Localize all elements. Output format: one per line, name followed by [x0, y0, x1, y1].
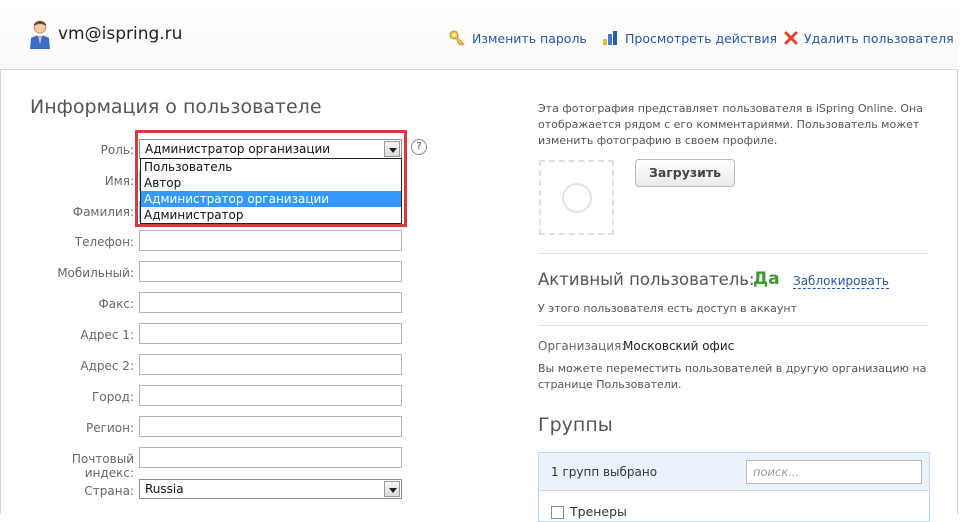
phone-label: Телефон:: [74, 235, 134, 249]
bar-chart-icon: [603, 31, 617, 45]
region-input[interactable]: [139, 416, 402, 437]
help-icon[interactable]: ?: [411, 139, 427, 155]
block-user-link[interactable]: Заблокировать: [793, 275, 889, 289]
view-actions-link[interactable]: Просмотреть действия: [602, 30, 777, 46]
delete-user-link[interactable]: Удалить пользователя: [783, 30, 954, 46]
user-avatar-icon: [30, 20, 50, 49]
last-name-label: Фамилия:: [72, 205, 134, 219]
region-label: Регион:: [86, 421, 134, 435]
upload-button[interactable]: Загрузить: [635, 159, 735, 187]
user-email-title: vm@ispring.ru: [58, 24, 183, 44]
user-info-title: Информация о пользователе: [30, 96, 322, 118]
groups-title: Группы: [538, 414, 613, 436]
change-password-link[interactable]: Изменить пароль: [449, 30, 587, 46]
key-icon: [449, 30, 465, 46]
groups-panel-header: 1 групп выбрано поиск...: [539, 453, 929, 491]
role-label: Роль:: [100, 143, 134, 157]
country-select[interactable]: Russia: [139, 479, 402, 499]
country-label: Страна:: [84, 484, 134, 498]
group-item-label: Тренеры: [570, 504, 627, 519]
country-select-value: Russia: [145, 482, 184, 496]
view-actions-label: Просмотреть действия: [625, 30, 778, 46]
avatar-placeholder-icon: [562, 183, 592, 213]
group-checkbox[interactable]: [551, 506, 564, 519]
change-password-label: Изменить пароль: [472, 30, 587, 46]
organization-label: Организация:: [538, 339, 626, 353]
city-input[interactable]: [139, 385, 402, 406]
divider: [538, 253, 928, 254]
postal-code-input[interactable]: [139, 447, 402, 468]
active-user-value: Да: [753, 269, 780, 289]
active-user-label: Активный пользователь:: [538, 270, 755, 289]
postal-code-label: Почтовый индекс:: [71, 452, 134, 480]
access-note: У этого пользователя есть доступ в аккау…: [538, 302, 797, 315]
city-label: Город:: [92, 390, 134, 404]
chevron-down-icon[interactable]: [384, 481, 400, 497]
organization-value: Московский офис: [623, 339, 735, 353]
first-name-label: Имя:: [104, 174, 134, 188]
mobile-label: Мобильный:: [57, 266, 134, 280]
groups-search-input[interactable]: поиск...: [746, 460, 922, 484]
photo-note: Эта фотография представляет пользователя…: [538, 102, 923, 147]
delete-user-label: Удалить пользователя: [804, 30, 954, 46]
address2-label: Адрес 2:: [80, 359, 134, 373]
phone-input[interactable]: [139, 230, 402, 251]
address2-input[interactable]: [139, 354, 402, 375]
fax-label: Факс:: [98, 297, 134, 311]
fax-input[interactable]: [139, 292, 402, 313]
organization-note: Вы можете переместить пользователей в др…: [538, 362, 927, 391]
address1-label: Адрес 1:: [80, 328, 134, 342]
divider: [538, 325, 928, 326]
delete-x-icon: [784, 31, 798, 45]
address1-input[interactable]: [139, 323, 402, 344]
mobile-input[interactable]: [139, 261, 402, 282]
groups-panel: 1 групп выбрано поиск... Тренеры: [538, 452, 930, 522]
page-header: vm@ispring.ru Изменить пароль Просмотрет…: [0, 0, 958, 70]
groups-selected-count: 1 групп выбрано: [551, 465, 658, 479]
role-highlight-frame: [135, 130, 407, 227]
photo-placeholder: [539, 160, 614, 235]
